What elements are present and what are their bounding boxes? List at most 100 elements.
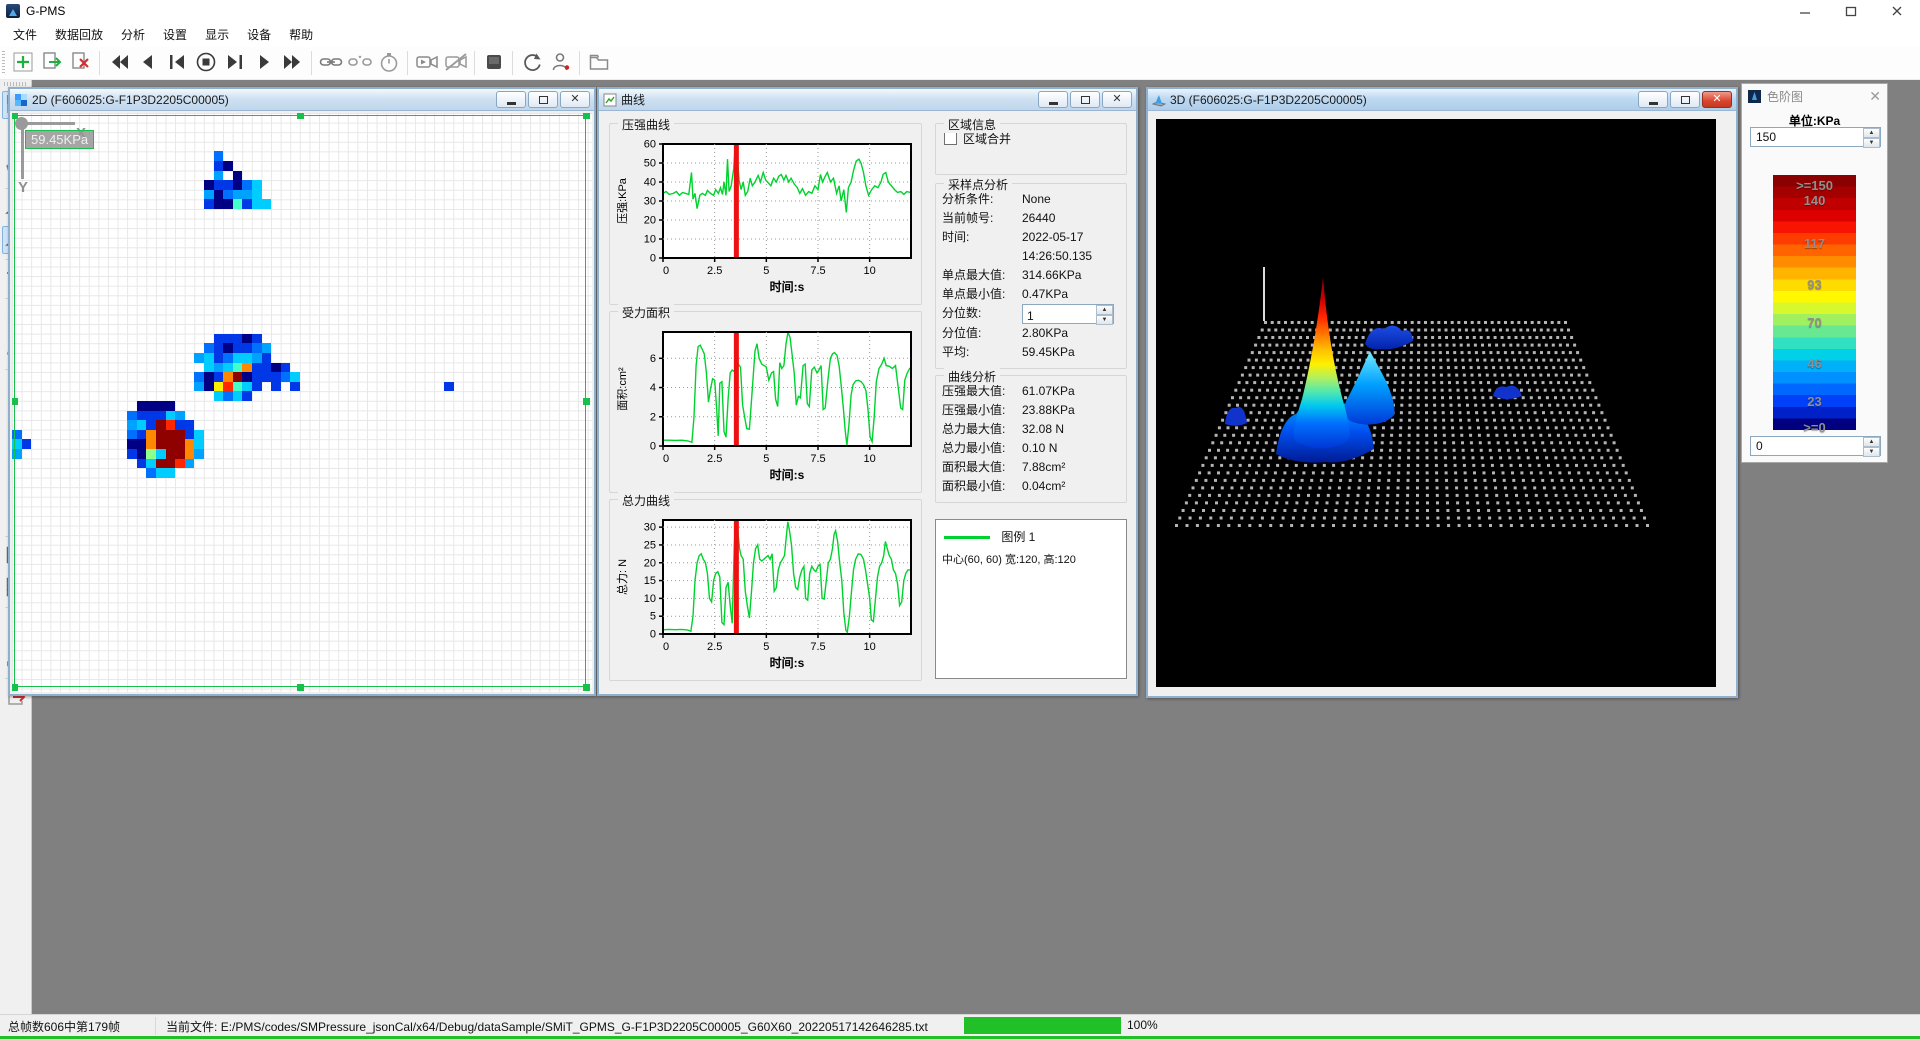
close-button[interactable] xyxy=(1874,0,1920,22)
svg-text:5: 5 xyxy=(763,265,769,277)
refresh-icon xyxy=(521,51,543,76)
window-3d-titlebar[interactable]: 3D (F606025:G-F1P3D2205C00005) ✕ xyxy=(1148,89,1736,111)
skip-end-button[interactable] xyxy=(220,49,249,78)
skip-start-button[interactable] xyxy=(162,49,191,78)
probe-y-line xyxy=(21,123,24,179)
menu-item-4[interactable]: 显示 xyxy=(196,22,238,47)
chart-pressure[interactable]: 010203040506002.557.510压强:KPa时间:s xyxy=(612,136,919,303)
max-spin-down-icon[interactable]: ▼ xyxy=(1863,138,1880,148)
sample-analysis-label: 分位值: xyxy=(942,324,1022,343)
step-back-button[interactable] xyxy=(133,49,162,78)
menu-item-2[interactable]: 分析 xyxy=(112,22,154,47)
surface-plot-3d[interactable] xyxy=(1156,119,1716,687)
group-force-area-title: 受力面积 xyxy=(618,304,674,321)
window-2d-titlebar[interactable]: 2D (F606025:G-F1P3D2205C00005) ✕ xyxy=(10,89,594,111)
min-spin-up-icon[interactable]: ▲ xyxy=(1863,437,1880,447)
toolbar xyxy=(0,47,1920,80)
group-total-force: 总力曲线 05101520253002.557.510总力: N时间:s xyxy=(609,499,922,681)
delete-file-button[interactable] xyxy=(66,49,95,78)
sample-analysis-value: 314.66KPa xyxy=(1022,266,1081,285)
fast-forward-button[interactable] xyxy=(278,49,307,78)
curves-content: 压强曲线 010203040506002.557.510压强:KPa时间:s 受… xyxy=(601,113,1134,694)
export-file-button[interactable] xyxy=(37,49,66,78)
svg-text:面积:cm²: 面积:cm² xyxy=(616,367,629,411)
play-icon xyxy=(253,51,275,76)
blob-left-3d xyxy=(1225,407,1247,426)
svg-text:0: 0 xyxy=(663,453,669,465)
group-curve-analysis-title: 曲线分析 xyxy=(944,368,1000,385)
sample-analysis-label: 平均: xyxy=(942,343,1022,362)
max-spin-up-icon[interactable]: ▲ xyxy=(1863,128,1880,138)
menu-item-5[interactable]: 设备 xyxy=(238,22,280,47)
curve-analysis-label: 面积最小值: xyxy=(942,477,1022,496)
rewind-button[interactable] xyxy=(104,49,133,78)
menu-item-0[interactable]: 文件 xyxy=(4,22,46,47)
peak-secondary-3d xyxy=(1344,351,1394,425)
legend-label: 图例 1 xyxy=(1001,530,1035,544)
toolbar-separator xyxy=(579,51,580,75)
colorbar-close-icon[interactable]: ✕ xyxy=(1869,88,1881,105)
menu-item-1[interactable]: 数据回放 xyxy=(46,22,112,47)
unlink-button[interactable] xyxy=(345,49,374,78)
minimize-button[interactable] xyxy=(1782,0,1828,22)
export-file-icon xyxy=(41,51,63,76)
legend-box: 图例 1 中心(60, 60) 宽:120, 高:120 xyxy=(935,519,1127,679)
group-sample-analysis: 采样点分析 分析条件:None当前帧号:26440时间:2022-05-17 1… xyxy=(935,183,1127,369)
menu-item-3[interactable]: 设置 xyxy=(154,22,196,47)
probe-marker[interactable] xyxy=(15,117,28,130)
window-curves-close[interactable]: ✕ xyxy=(1102,91,1132,108)
file-manager-button[interactable] xyxy=(584,49,613,78)
record-video-icon xyxy=(415,51,439,76)
colorbar-max-spinbox[interactable]: 150 ▲▼ xyxy=(1750,127,1881,147)
record-video-button[interactable] xyxy=(412,49,441,78)
video-off-button[interactable] xyxy=(441,49,470,78)
delete-file-icon xyxy=(70,51,92,76)
link-button[interactable] xyxy=(316,49,345,78)
refresh-button[interactable] xyxy=(517,49,546,78)
colorbar-scale-label: 140 xyxy=(1773,193,1856,208)
maximize-button[interactable] xyxy=(1828,0,1874,22)
svg-text:10: 10 xyxy=(644,593,656,605)
window-3d-maximize[interactable] xyxy=(1670,91,1700,108)
window-2d-close[interactable]: ✕ xyxy=(560,91,590,108)
chart-area[interactable]: 024602.557.510面积:cm²时间:s xyxy=(612,324,919,491)
window-2d-maximize[interactable] xyxy=(528,91,558,108)
calibrate-button[interactable] xyxy=(546,49,575,78)
quantile-spin-up-icon[interactable]: ▲ xyxy=(1096,305,1113,315)
window-curves-titlebar[interactable]: 曲线 ✕ xyxy=(599,89,1136,111)
screenshot-button[interactable] xyxy=(479,49,508,78)
pressure-grid-2d[interactable]: X Y 59.45KPa xyxy=(12,113,592,692)
add-button[interactable] xyxy=(8,49,37,78)
min-spin-down-icon[interactable]: ▼ xyxy=(1863,447,1880,457)
merge-regions-checkbox[interactable] xyxy=(944,132,957,145)
play-button[interactable] xyxy=(249,49,278,78)
grid-dots-3d xyxy=(1175,321,1649,527)
toolbar-separator xyxy=(474,51,475,75)
menu-item-6[interactable]: 帮助 xyxy=(280,22,322,47)
svg-text:7.5: 7.5 xyxy=(810,453,825,465)
svg-text:压强:KPa: 压强:KPa xyxy=(616,177,629,224)
sample-analysis-value: 0.47KPa xyxy=(1022,285,1068,304)
axis-y-label: Y xyxy=(18,179,28,196)
svg-text:5: 5 xyxy=(763,641,769,653)
window-2d-minimize[interactable] xyxy=(496,91,526,108)
timer-button[interactable] xyxy=(374,49,403,78)
colorbar-max-value[interactable]: 150 xyxy=(1751,128,1880,146)
window-3d-minimize[interactable] xyxy=(1638,91,1668,108)
window-curves-maximize[interactable] xyxy=(1070,91,1100,108)
colorbar-min-spinbox[interactable]: 0 ▲▼ xyxy=(1750,436,1881,456)
curve-analysis-label: 面积最大值: xyxy=(942,458,1022,477)
svg-text:2.5: 2.5 xyxy=(707,641,722,653)
quantile-spin-down-icon[interactable]: ▼ xyxy=(1096,315,1113,325)
menubar: 文件数据回放分析设置显示设备帮助 xyxy=(0,22,1920,47)
stop-button[interactable] xyxy=(191,49,220,78)
curve-analysis-value: 0.10 N xyxy=(1022,439,1057,458)
quantile-spinbox[interactable]: 1▲▼ xyxy=(1022,304,1114,324)
window-curves-minimize[interactable] xyxy=(1038,91,1068,108)
window-3d-close[interactable]: ✕ xyxy=(1702,91,1732,108)
chart-force[interactable]: 05101520253002.557.510总力: N时间:s xyxy=(612,512,919,679)
legend-detail: 中心(60, 60) 宽:120, 高:120 xyxy=(936,549,1126,567)
colorbar-min-value[interactable]: 0 xyxy=(1751,437,1880,455)
svg-text:60: 60 xyxy=(644,139,656,151)
curve-analysis-value: 61.07KPa xyxy=(1022,382,1075,401)
